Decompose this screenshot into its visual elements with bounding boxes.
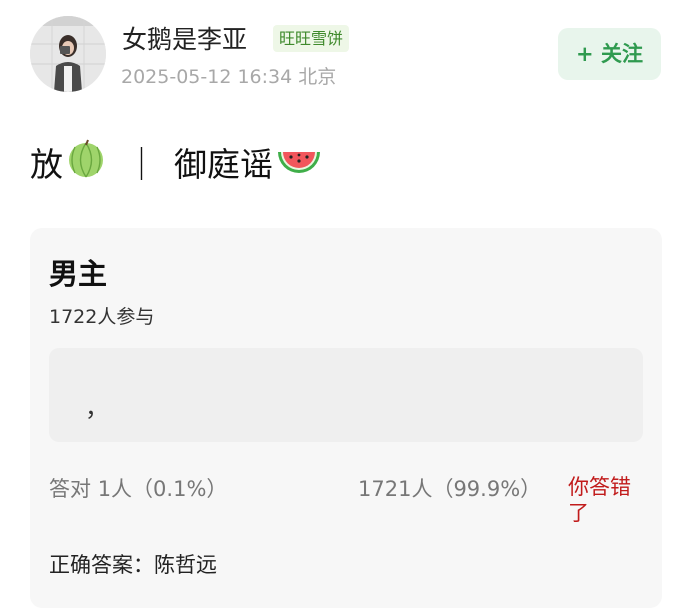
post-time: 2025-05-12 16:34: [121, 66, 293, 88]
poll-question: 男主: [49, 257, 108, 291]
melon-icon: [65, 137, 107, 187]
author-name[interactable]: 女鹅是李亚: [122, 20, 247, 56]
post-location: 北京: [298, 66, 337, 88]
result-correct-label: 答对: [49, 477, 91, 501]
poll-result-status: 你答错了: [568, 475, 631, 525]
poll-participants: 1722人参与: [49, 306, 155, 328]
poll-correct-answer: 正确答案：陈哲远: [49, 553, 217, 577]
title-separator: ｜: [125, 145, 158, 184]
watermelon-icon: [275, 138, 323, 186]
title-prefix: 放: [30, 145, 63, 184]
title-text: 御庭谣: [174, 145, 273, 184]
author-avatar[interactable]: [30, 16, 106, 92]
follow-button[interactable]: + 关注: [558, 28, 661, 80]
poll-result-other: 1721人（99.9%）: [358, 477, 542, 501]
post-meta: 2025-05-12 16:34 北京: [121, 62, 336, 89]
post-title: 放 ｜ 御庭谣: [30, 137, 325, 187]
poll-card: 男主 1722人参与 ， 答对 1人（0.1%） 1721人（99.9%） 你答…: [30, 228, 662, 608]
poll-result-correct: 答对 1人（0.1%）: [49, 473, 227, 503]
result-correct-value: 1人（0.1%）: [97, 477, 228, 501]
author-badge[interactable]: 旺旺雪饼: [273, 25, 350, 52]
poll-option-text: ，: [85, 394, 109, 422]
poll-option[interactable]: ，: [49, 348, 643, 442]
avatar-photo: [30, 16, 106, 92]
